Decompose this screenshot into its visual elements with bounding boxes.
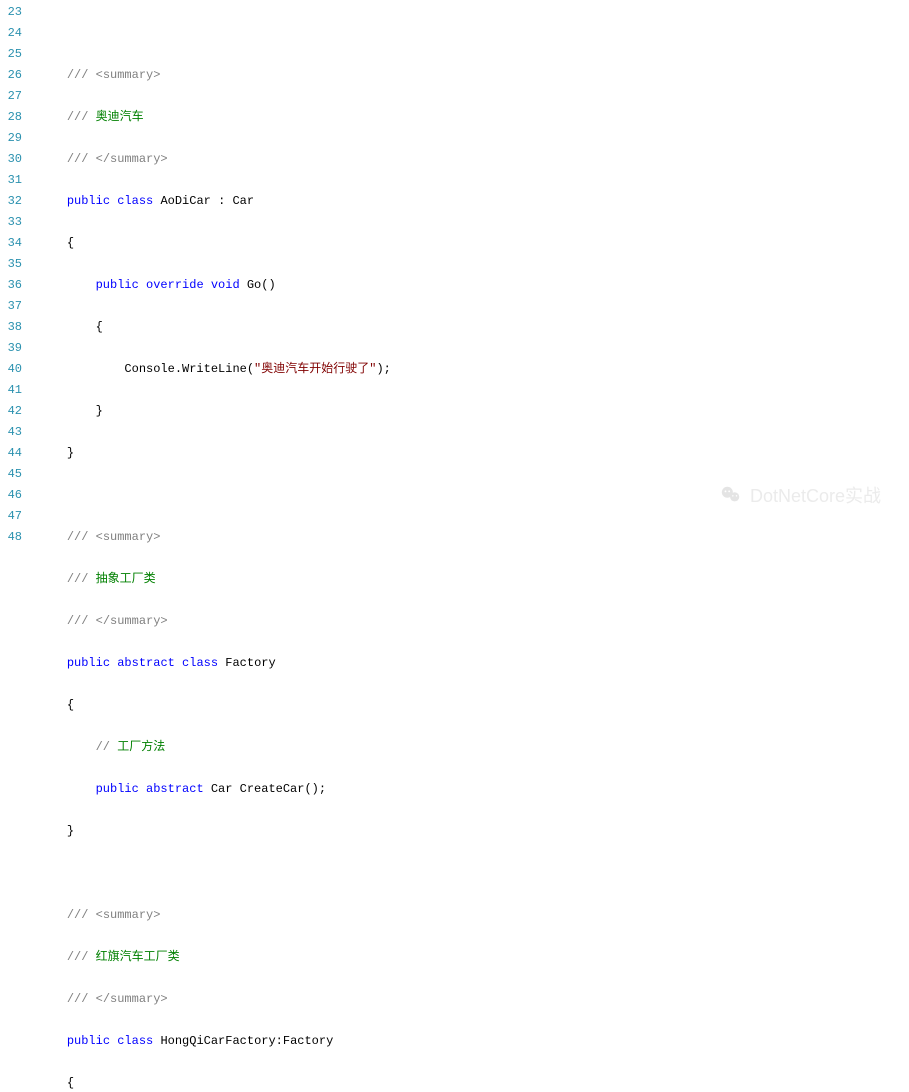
line-number: 25 xyxy=(6,44,22,65)
line-number: 37 xyxy=(6,296,22,317)
code-line: Console.WriteLine("奥迪汽车开始行驶了"); xyxy=(38,359,909,380)
keyword: abstract xyxy=(117,656,175,670)
code-line: /// <summary> xyxy=(38,527,909,548)
class-name: AoDiCar xyxy=(160,194,210,208)
keyword: void xyxy=(211,278,240,292)
line-number: 40 xyxy=(6,359,22,380)
code-line: } xyxy=(38,443,909,464)
xml-doc-comment: /// <summary> xyxy=(67,908,161,922)
code-line: /// <summary> xyxy=(38,905,909,926)
line-number: 28 xyxy=(6,107,22,128)
code-line: /// <summary> xyxy=(38,65,909,86)
line-number: 45 xyxy=(6,464,22,485)
xml-doc-text: 奥迪汽车 xyxy=(96,110,144,124)
xml-doc-comment: /// </summary> xyxy=(67,614,168,628)
line-number: 26 xyxy=(6,65,22,86)
keyword: public xyxy=(67,1034,110,1048)
line-number: 43 xyxy=(6,422,22,443)
keyword: public xyxy=(96,278,139,292)
code-line: public abstract Car CreateCar(); xyxy=(38,779,909,800)
base-type: Car xyxy=(232,194,254,208)
code-line: /// </summary> xyxy=(38,989,909,1010)
class-name: Factory xyxy=(218,656,276,670)
code-editor: 2324252627282930313233343536373839404142… xyxy=(0,0,909,546)
line-number: 34 xyxy=(6,233,22,254)
method-name: Go() xyxy=(240,278,276,292)
wechat-icon xyxy=(720,484,742,506)
line-number: 38 xyxy=(6,317,22,338)
line-number: 41 xyxy=(6,380,22,401)
keyword: public xyxy=(67,656,110,670)
watermark-text: DotNetCore实战 xyxy=(750,482,881,508)
code-line: { xyxy=(38,1073,909,1092)
line-number: 23 xyxy=(6,2,22,23)
xml-doc-comment: /// <summary> xyxy=(67,68,161,82)
keyword: class xyxy=(117,1034,153,1048)
line-number: 35 xyxy=(6,254,22,275)
watermark: DotNetCore实战 xyxy=(720,482,881,508)
keyword: class xyxy=(117,194,153,208)
string-literal: "奥迪汽车开始行驶了" xyxy=(254,362,376,376)
xml-doc-text: 红旗汽车工厂类 xyxy=(96,950,180,964)
keyword: override xyxy=(146,278,204,292)
code-line: } xyxy=(38,401,909,422)
class-name: HongQiCarFactory:Factory xyxy=(153,1034,333,1048)
keyword: public xyxy=(96,782,139,796)
code-content[interactable]: /// <summary> /// 奥迪汽车 /// </summary> pu… xyxy=(30,0,909,546)
keyword: abstract xyxy=(146,782,204,796)
code-line: /// 奥迪汽车 xyxy=(38,107,909,128)
keyword: public xyxy=(67,194,110,208)
method-signature: Car CreateCar(); xyxy=(204,782,326,796)
code-line: } xyxy=(38,821,909,842)
code-line: /// 抽象工厂类 xyxy=(38,569,909,590)
line-number: 42 xyxy=(6,401,22,422)
comment-text: 工厂方法 xyxy=(117,740,165,754)
line-number: 27 xyxy=(6,86,22,107)
line-number: 36 xyxy=(6,275,22,296)
method-call: Console.WriteLine( xyxy=(124,362,254,376)
line-number: 44 xyxy=(6,443,22,464)
code-line: /// </summary> xyxy=(38,149,909,170)
line-number: 31 xyxy=(6,170,22,191)
line-number: 46 xyxy=(6,485,22,506)
line-number: 48 xyxy=(6,527,22,548)
xml-doc-comment: /// </summary> xyxy=(67,152,168,166)
code-line: { xyxy=(38,317,909,338)
line-number: 30 xyxy=(6,149,22,170)
code-line: /// </summary> xyxy=(38,611,909,632)
code-line xyxy=(38,23,909,44)
line-number-gutter: 2324252627282930313233343536373839404142… xyxy=(0,0,30,546)
code-line: public override void Go() xyxy=(38,275,909,296)
code-line: /// 红旗汽车工厂类 xyxy=(38,947,909,968)
line-number: 33 xyxy=(6,212,22,233)
keyword: class xyxy=(182,656,218,670)
line-number: 47 xyxy=(6,506,22,527)
line-number: 29 xyxy=(6,128,22,149)
line-number: 39 xyxy=(6,338,22,359)
code-line: public abstract class Factory xyxy=(38,653,909,674)
code-line: // 工厂方法 xyxy=(38,737,909,758)
xml-doc-comment: /// </summary> xyxy=(67,992,168,1006)
code-line: { xyxy=(38,695,909,716)
comment-prefix: // xyxy=(96,740,118,754)
code-line: public class AoDiCar : Car xyxy=(38,191,909,212)
xml-doc-text: 抽象工厂类 xyxy=(96,572,156,586)
code-line: { xyxy=(38,233,909,254)
xml-doc-comment: /// <summary> xyxy=(67,530,161,544)
xml-doc-prefix: /// xyxy=(67,110,96,124)
code-line xyxy=(38,863,909,884)
code-line: public class HongQiCarFactory:Factory xyxy=(38,1031,909,1052)
xml-doc-prefix: /// xyxy=(67,950,96,964)
xml-doc-prefix: /// xyxy=(67,572,96,586)
line-number: 32 xyxy=(6,191,22,212)
line-number: 24 xyxy=(6,23,22,44)
